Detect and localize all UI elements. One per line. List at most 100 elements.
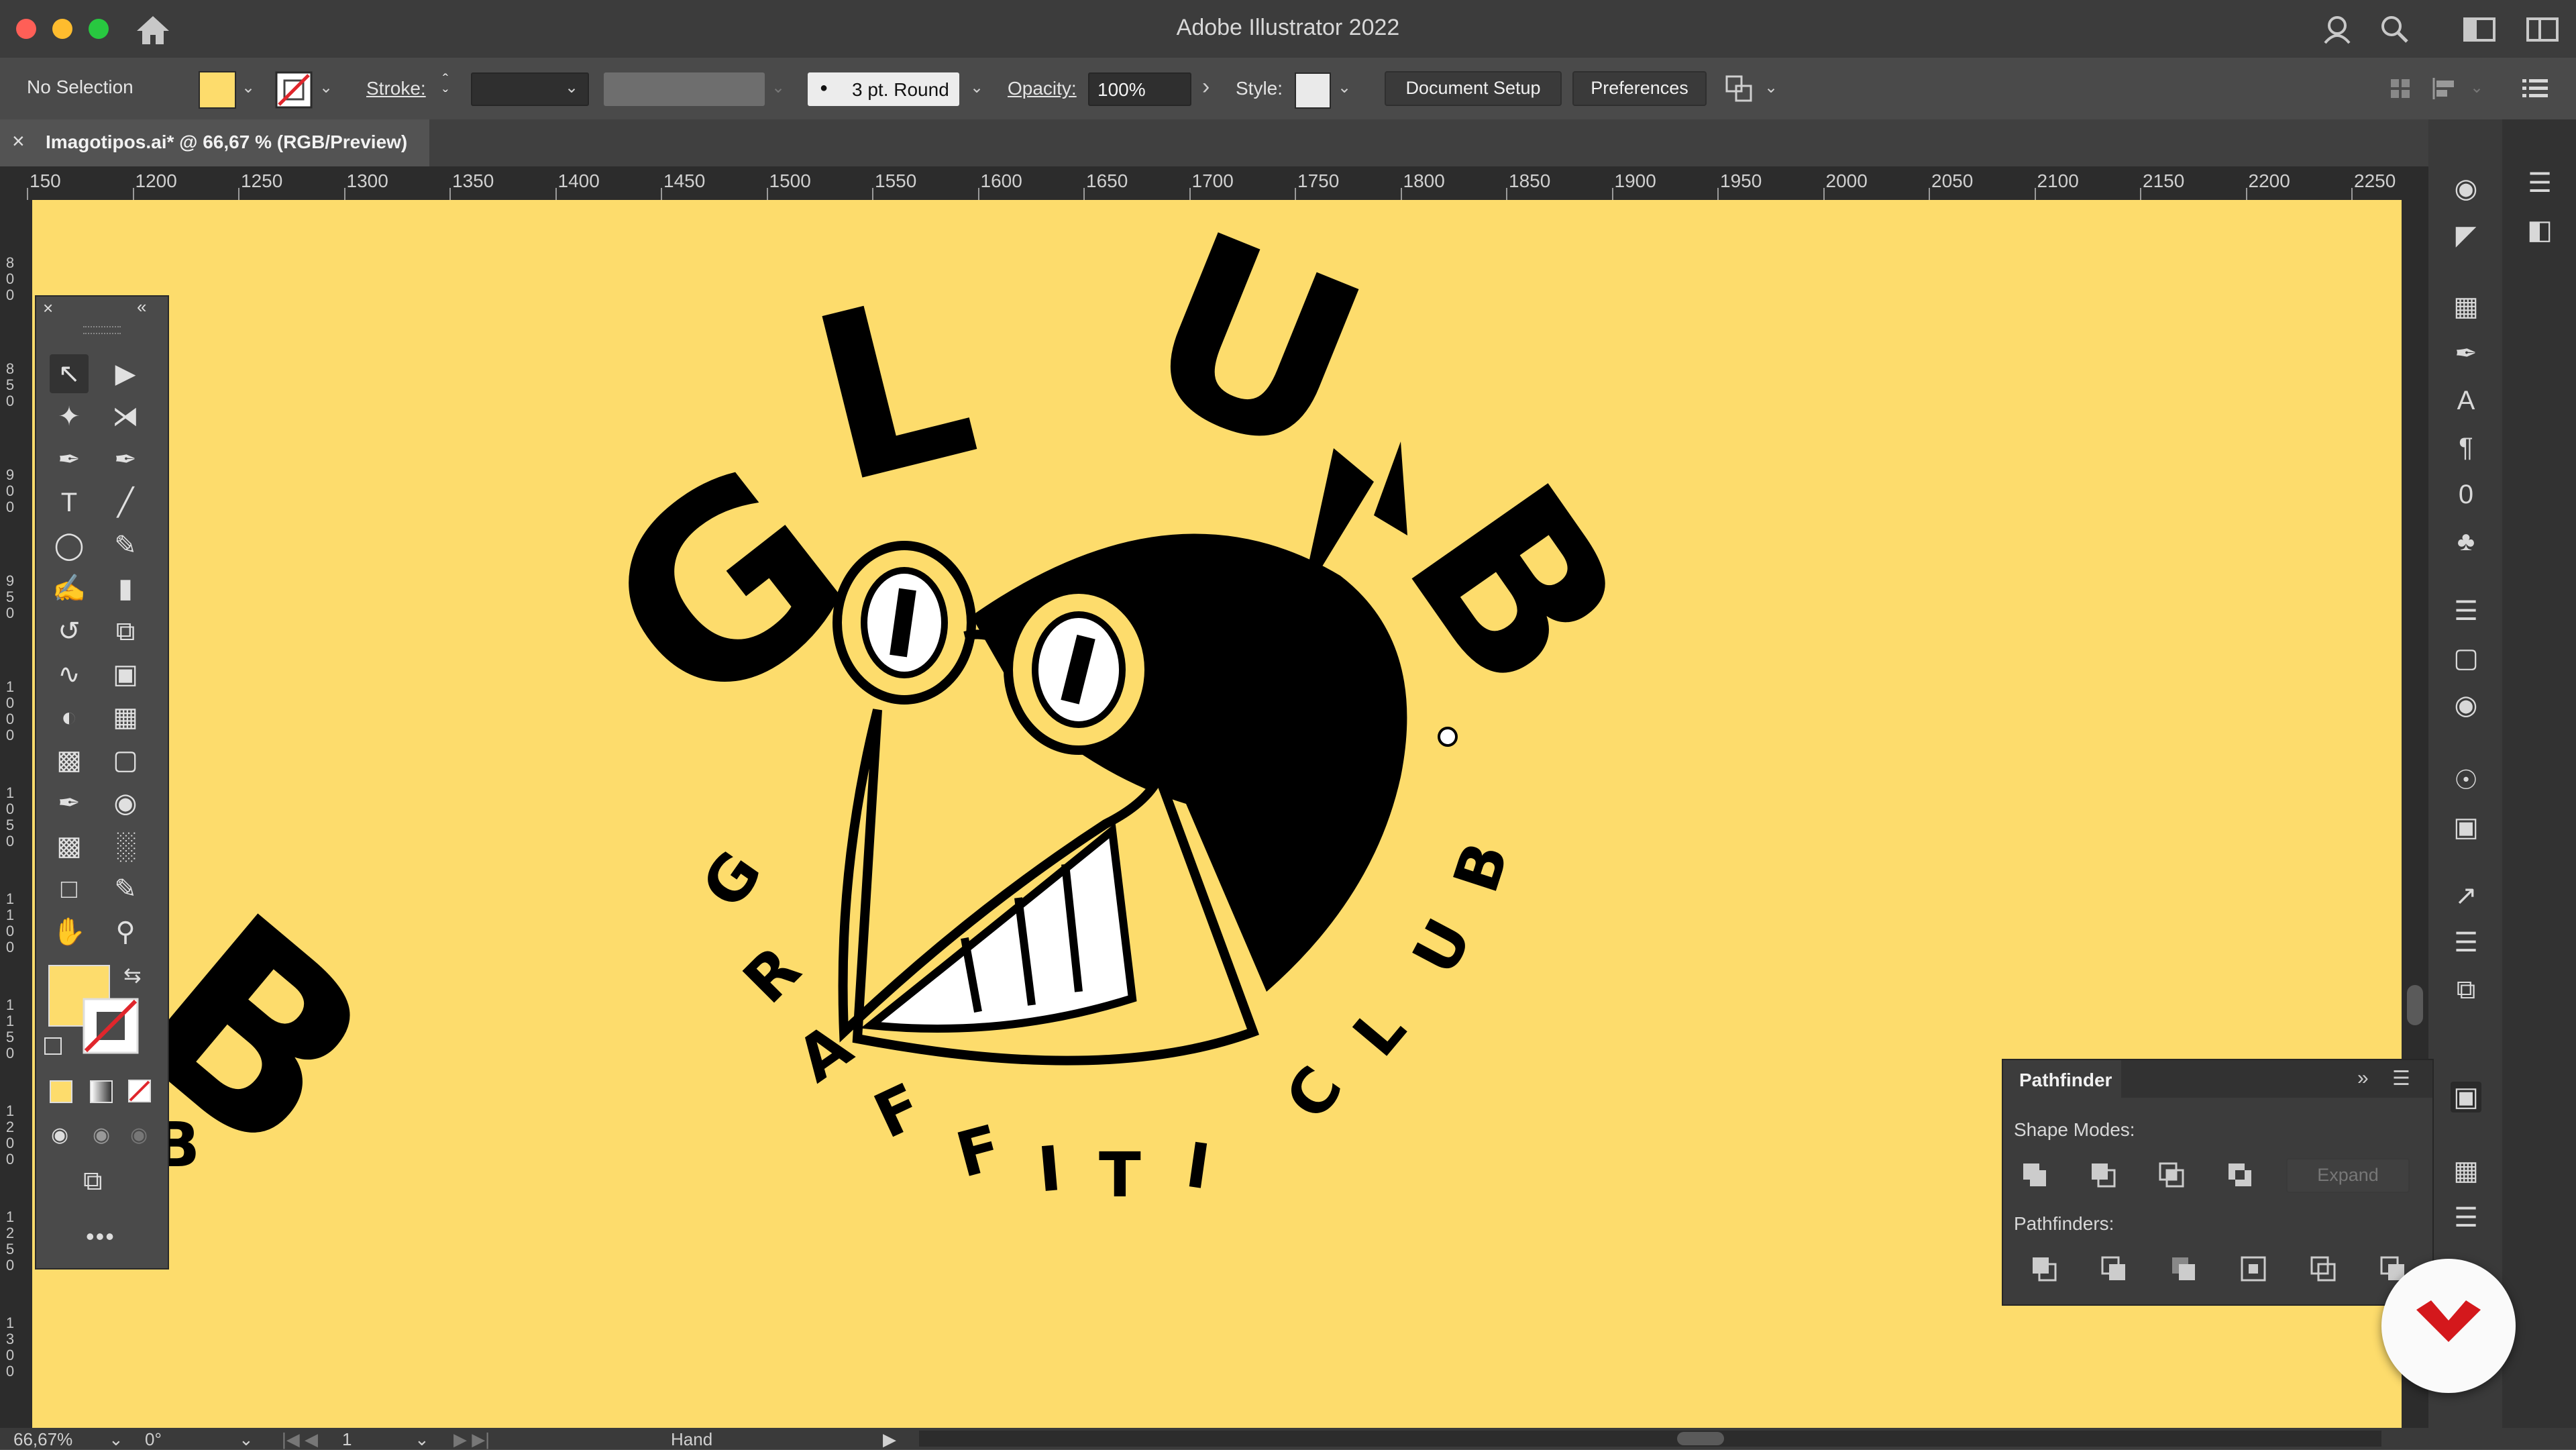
rotation-value[interactable]: 0°	[145, 1429, 162, 1450]
brushes-icon[interactable]: ✒	[2451, 338, 2481, 369]
curvature-tool-icon[interactable]: ✒	[106, 440, 145, 479]
scale-tool-icon[interactable]: ⧉	[106, 612, 145, 651]
chevron-down-icon[interactable]: ⌄	[970, 78, 983, 97]
panel-menu-icon[interactable]: ☰	[2392, 1067, 2410, 1090]
scroll-thumb[interactable]	[1677, 1432, 1724, 1445]
chevron-down-icon[interactable]: ⌄	[1764, 78, 1778, 97]
width-tool-icon[interactable]: ∿	[50, 655, 89, 694]
paintbrush-tool-icon[interactable]: ✎	[106, 526, 145, 565]
libraries-icon[interactable]: ◤	[2451, 220, 2481, 251]
properties-icon[interactable]: ◉	[2451, 173, 2481, 204]
variable-width-profile[interactable]	[604, 72, 765, 106]
draw-normal-icon[interactable]: ◉	[51, 1123, 68, 1147]
first-artboard-icon[interactable]: |◀ ◀	[282, 1429, 318, 1450]
chevron-right-icon[interactable]: ›	[1202, 74, 1210, 100]
symbols-icon[interactable]: ♣	[2451, 526, 2481, 557]
hand-tool-icon[interactable]: ✋	[50, 913, 89, 951]
character-icon[interactable]: A	[2451, 385, 2481, 416]
search-icon[interactable]	[2379, 13, 2410, 44]
arrange-documents-icon[interactable]	[2526, 16, 2560, 43]
slice-tool-icon[interactable]: ✎	[106, 870, 145, 909]
properties-panel-icon[interactable]: ☰	[2524, 168, 2555, 199]
trim-icon[interactable]	[2100, 1255, 2129, 1284]
horizontal-ruler[interactable]: 150 1200 1250 1300 1350 1400 1450 1500 1550 1600 1…	[0, 166, 2428, 200]
expand-panel-icon[interactable]: »	[2357, 1067, 2369, 1090]
gradient-panel-icon[interactable]: ▢	[2451, 643, 2481, 674]
panel-grip[interactable]	[83, 326, 121, 334]
vertical-ruler[interactable]: 800 850 900 950 1000 1050 1100 1150 1200 1250 1300	[0, 200, 32, 1428]
zoom-tool-icon[interactable]: ⚲	[106, 913, 145, 951]
divide-icon[interactable]	[2030, 1255, 2059, 1284]
column-graph-tool-icon[interactable]: ░	[106, 827, 145, 866]
stroke-swatch[interactable]	[275, 71, 313, 109]
document-tab[interactable]: × Imagotipos.ai* @ 66,67 % (RGB/Preview)	[0, 119, 429, 166]
type-tool-icon[interactable]: T	[50, 483, 89, 522]
layers-icon[interactable]: ☰	[2451, 927, 2481, 958]
chevron-down-icon[interactable]: ⌄	[565, 78, 578, 97]
artboard-tool-icon[interactable]: □	[50, 870, 89, 909]
appearance-panel-icon[interactable]: ☉	[2451, 765, 2481, 796]
blob-brush-tool-icon[interactable]: ✍	[50, 569, 89, 608]
pathfinder-panel-icon[interactable]: ▣	[2451, 1082, 2481, 1112]
gradient-mode-icon[interactable]	[90, 1080, 113, 1103]
scroll-thumb[interactable]	[2407, 985, 2423, 1025]
paragraph-icon[interactable]: ¶	[2451, 432, 2481, 463]
pathfinder-header[interactable]: Pathfinder » ☰	[2003, 1060, 2432, 1098]
menu-list-icon[interactable]	[2522, 78, 2549, 99]
intersect-icon[interactable]	[2157, 1161, 2187, 1190]
last-artboard-icon[interactable]: ▶ ▶|	[453, 1429, 490, 1450]
status-arrow-icon[interactable]: ▶	[883, 1429, 896, 1450]
swap-colors-icon[interactable]: ⇆	[123, 962, 142, 988]
screen-mode-icon[interactable]: ⧉	[83, 1166, 103, 1196]
magic-wand-tool-icon[interactable]: ✦	[50, 397, 89, 436]
opacity-input[interactable]: 100%	[1088, 72, 1191, 106]
align-panel-icon[interactable]: ☰	[2451, 1202, 2481, 1233]
chevron-down-icon[interactable]: ⌄	[239, 1429, 254, 1450]
color-mode-icon[interactable]	[50, 1080, 72, 1103]
minus-front-icon[interactable]	[2089, 1161, 2118, 1190]
graphic-style-swatch[interactable]	[1295, 72, 1331, 109]
artboards-icon[interactable]: ⧉	[2451, 974, 2481, 1005]
zoom-level[interactable]: 66,67%	[13, 1429, 72, 1450]
merge-icon[interactable]	[2169, 1255, 2199, 1284]
export-icon[interactable]: ↗	[2451, 880, 2481, 911]
stroke-weight-stepper[interactable]: ˆˇ	[443, 72, 448, 105]
transparency-panel-icon[interactable]: ◉	[2451, 690, 2481, 721]
pen-tool-icon[interactable]: ✒	[50, 440, 89, 479]
chevron-down-icon[interactable]: ⌄	[319, 78, 333, 97]
lasso-tool-icon[interactable]: ⧕	[106, 397, 145, 436]
ellipse-tool-icon[interactable]: ◯	[50, 526, 89, 565]
chevron-down-icon[interactable]: ⌄	[2470, 78, 2483, 97]
graphic-styles-icon[interactable]: ▣	[2451, 812, 2481, 843]
chevron-down-icon[interactable]: ⌄	[109, 1429, 123, 1450]
select-similar-icon[interactable]	[1724, 72, 1758, 106]
chevron-down-icon[interactable]: ⌄	[1338, 78, 1351, 97]
opacity-label[interactable]: Opacity:	[1008, 78, 1077, 99]
shape-builder-tool-icon[interactable]: ◐	[50, 698, 89, 737]
default-colors-icon[interactable]	[44, 1037, 62, 1055]
line-tool-icon[interactable]: ╱	[106, 483, 145, 522]
direct-selection-tool-icon[interactable]: ▶	[106, 354, 145, 393]
pathfinder-title[interactable]: Pathfinder	[2019, 1070, 2112, 1091]
blend-tool-icon[interactable]: ◉	[106, 784, 145, 823]
gradient-tool-icon[interactable]: ▢	[106, 741, 145, 780]
draw-inside-icon[interactable]: ◉	[130, 1123, 148, 1147]
draw-behind-icon[interactable]: ◉	[93, 1123, 110, 1147]
symbol-sprayer-tool-icon[interactable]: ▩	[50, 827, 89, 866]
artboard-number[interactable]: 1	[342, 1429, 352, 1450]
close-panel-icon[interactable]: ×	[43, 298, 53, 319]
preferences-button[interactable]: Preferences	[1572, 71, 1707, 106]
transform-panel-icon[interactable]: ▦	[2451, 1155, 2481, 1186]
fill-swatch[interactable]	[199, 71, 236, 109]
mesh-tool-icon[interactable]: ▩	[50, 741, 89, 780]
chevron-down-icon[interactable]: ⌄	[241, 78, 255, 97]
selection-tool-icon[interactable]: ↖	[50, 354, 89, 393]
stroke-color-swatch[interactable]	[82, 997, 140, 1055]
collapse-panel-icon[interactable]: «	[137, 297, 146, 317]
horizontal-scrollbar[interactable]	[919, 1431, 2381, 1447]
exclude-icon[interactable]	[2226, 1161, 2255, 1190]
free-transform-tool-icon[interactable]: ▣	[106, 655, 145, 694]
cc-libraries-icon[interactable]: ◧	[2524, 215, 2555, 246]
brush-definition[interactable]: ● 3 pt. Round	[808, 72, 959, 106]
stroke-label[interactable]: Stroke:	[366, 78, 426, 99]
